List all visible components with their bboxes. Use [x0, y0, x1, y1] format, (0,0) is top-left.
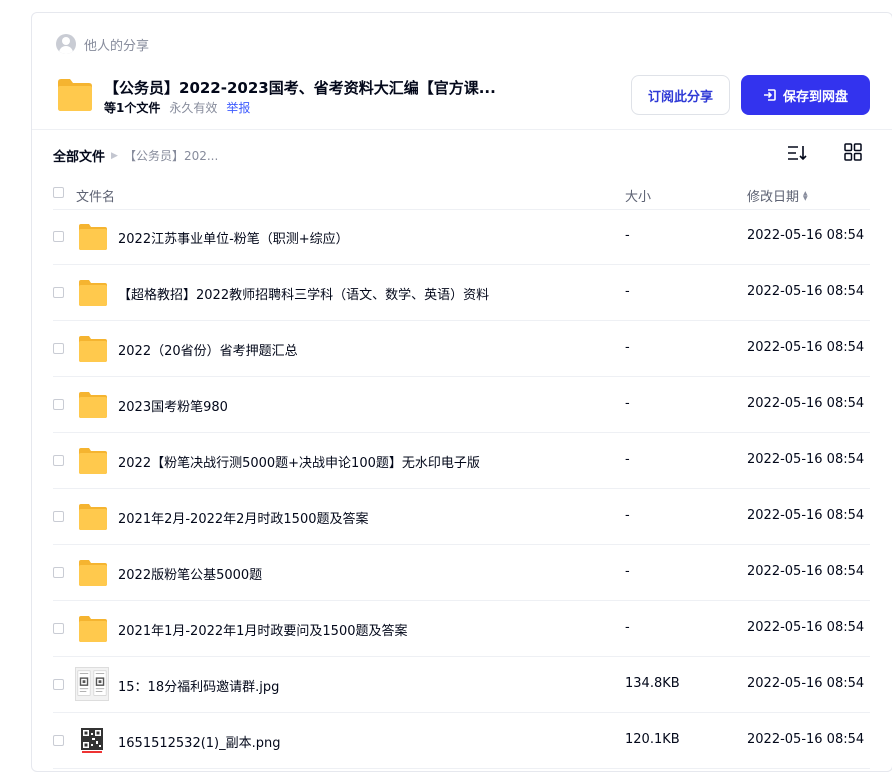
share-card: 他人的分享 【公务员】2022-2023国考、省考资料大汇编【官方课... 等1…: [31, 12, 892, 772]
file-date: 2022-05-16 08:54: [747, 284, 865, 299]
image-thumbnail-icon: [80, 725, 104, 755]
table-row[interactable]: 2022【粉笔决战行测5000题+决战申论100题】无水印电子版 - 2022-05…: [53, 433, 870, 489]
row-checkbox[interactable]: [53, 511, 64, 522]
file-name[interactable]: 【超格教招】2022教师招聘科三学科（语文、数学、英语）资料: [118, 284, 489, 303]
file-list: 2022江苏事业单位-粉笔（职测+综应） -2022-05-16 08:54 【超格…: [53, 209, 870, 769]
table-row[interactable]: 2021年1月-2022年1月时政要问及1500题及答案 - 2022-05-16 …: [53, 601, 870, 657]
table-row[interactable]: 1651512532(1)_副本.png 120.1KB 2022-05-16 08…: [53, 713, 870, 769]
chevron-right-icon: ▶: [111, 150, 118, 161]
file-name[interactable]: 2021年1月-2022年1月时政要问及1500题及答案: [118, 620, 408, 639]
row-checkbox[interactable]: [53, 679, 64, 690]
breadcrumb-root[interactable]: 全部文件: [53, 146, 105, 165]
breadcrumb-current: 【公务员】202...: [123, 149, 219, 163]
file-size: -: [625, 452, 630, 467]
subscribe-button[interactable]: 订阅此分享: [631, 75, 730, 115]
file-date: 2022-05-16 08:54: [747, 676, 865, 691]
share-title: 【公务员】2022-2023国考、省考资料大汇编【官方课...: [104, 79, 496, 97]
table-row[interactable]: 2023国考粉笔980 - 2022-05-16 08:54: [53, 377, 870, 433]
save-label: 保存到网盘: [782, 89, 848, 105]
file-size: -: [625, 620, 630, 635]
validity: 永久有效: [169, 101, 218, 115]
sort-arrows-icon: ▲ ▼: [803, 189, 808, 202]
sort-icon[interactable]: [787, 144, 807, 162]
folder-icon: [79, 392, 107, 418]
file-name[interactable]: 1651512532(1)_副本.png: [118, 732, 281, 751]
table-row[interactable]: 【超格教招】2022教师招聘科三学科（语文、数学、英语）资料 - 2022-05-1…: [53, 265, 870, 321]
header-date-label: 修改日期: [747, 190, 800, 205]
file-date: 2022-05-16 08:54: [747, 620, 865, 635]
sharer-info: 他人的分享: [56, 34, 149, 54]
file-date: 2022-05-16 08:54: [747, 564, 865, 579]
file-size: -: [625, 508, 630, 523]
table-header: 文件名 大小 修改日期 ▲ ▼: [53, 180, 870, 210]
divider: [32, 129, 892, 130]
row-checkbox[interactable]: [53, 231, 64, 242]
header-name: 文件名: [76, 190, 116, 205]
file-size: -: [625, 396, 630, 411]
file-count: 等1个文件: [104, 101, 161, 115]
file-date: 2022-05-16 08:54: [747, 452, 865, 467]
file-size: 120.1KB: [625, 732, 680, 747]
row-checkbox[interactable]: [53, 343, 64, 354]
report-link[interactable]: 举报: [226, 99, 250, 116]
table-row[interactable]: 15：18分福利码邀请群.jpg 134.8KB 2022-05-16 08:54: [53, 657, 870, 713]
folder-icon: [79, 448, 107, 474]
file-name[interactable]: 2022（20省份）省考押题汇总: [118, 340, 298, 359]
save-to-drive-button[interactable]: 保存到网盘: [741, 75, 870, 115]
breadcrumb: 全部文件 ▶ 【公务员】202...: [53, 146, 218, 165]
file-size: -: [625, 564, 630, 579]
file-size: -: [625, 228, 630, 243]
save-icon: [763, 89, 776, 101]
row-checkbox[interactable]: [53, 455, 64, 466]
file-size: -: [625, 340, 630, 355]
file-date: 2022-05-16 08:54: [747, 228, 865, 243]
row-checkbox[interactable]: [53, 287, 64, 298]
sharer-label: 他人的分享: [84, 38, 150, 54]
file-date: 2022-05-16 08:54: [747, 732, 865, 747]
folder-icon: [58, 79, 92, 111]
file-size: 134.8KB: [625, 676, 680, 691]
file-name[interactable]: 2022【粉笔决战行测5000题+决战申论100题】无水印电子版: [118, 452, 480, 471]
row-checkbox[interactable]: [53, 623, 64, 634]
folder-icon: [79, 616, 107, 642]
file-name[interactable]: 15：18分福利码邀请群.jpg: [118, 676, 279, 695]
table-row[interactable]: 2022（20省份）省考押题汇总 - 2022-05-16 08:54: [53, 321, 870, 377]
row-checkbox[interactable]: [53, 399, 64, 410]
file-name[interactable]: 2023国考粉笔980: [118, 396, 228, 415]
image-thumbnail-icon: [75, 667, 109, 701]
folder-icon: [79, 560, 107, 586]
file-name[interactable]: 2022江苏事业单位-粉笔（职测+综应）: [118, 228, 349, 247]
row-checkbox[interactable]: [53, 735, 64, 746]
file-name[interactable]: 2021年2月-2022年2月时政1500题及答案: [118, 508, 369, 527]
grid-view-icon[interactable]: [844, 143, 862, 161]
table-row[interactable]: 2021年2月-2022年2月时政1500题及答案 - 2022-05-16 08:…: [53, 489, 870, 545]
select-all-checkbox[interactable]: [53, 187, 64, 198]
folder-icon: [79, 224, 107, 250]
avatar: [56, 34, 76, 54]
file-size: -: [625, 284, 630, 299]
file-date: 2022-05-16 08:54: [747, 396, 865, 411]
file-date: 2022-05-16 08:54: [747, 340, 865, 355]
table-row[interactable]: 2022版粉笔公基5000题 - 2022-05-16 08:54: [53, 545, 870, 601]
header-date[interactable]: 修改日期 ▲ ▼: [747, 186, 808, 205]
row-checkbox[interactable]: [53, 567, 64, 578]
file-date: 2022-05-16 08:54: [747, 508, 865, 523]
share-meta: 等1个文件 永久有效 举报: [104, 99, 250, 116]
file-name[interactable]: 2022版粉笔公基5000题: [118, 564, 262, 583]
header-size: 大小: [625, 190, 652, 205]
table-row[interactable]: 2022江苏事业单位-粉笔（职测+综应） - 2022-05-16 08:54: [53, 209, 870, 265]
folder-icon: [79, 336, 107, 362]
folder-icon: [79, 280, 107, 306]
folder-icon: [79, 504, 107, 530]
